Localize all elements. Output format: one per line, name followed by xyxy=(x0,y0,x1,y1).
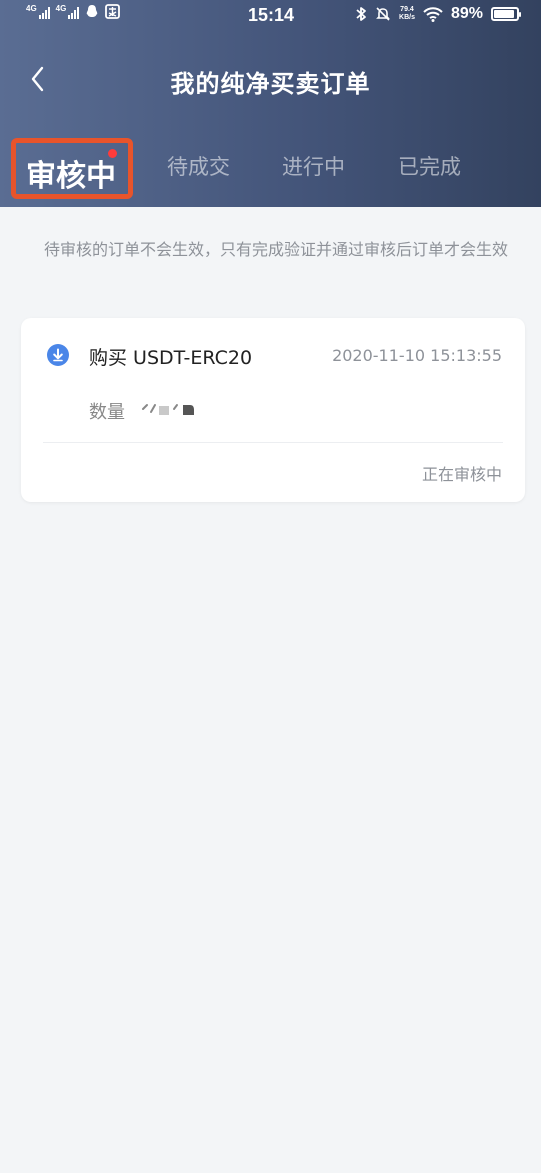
tab-label: 进行中 xyxy=(282,155,345,179)
status-left: 4G 4G xyxy=(26,3,121,19)
order-tabs: 审核中 待成交 进行中 已完成 xyxy=(0,138,541,199)
tab-completed[interactable]: 已完成 xyxy=(398,151,461,181)
order-datetime: 2020-11-10 15:13:55 xyxy=(332,346,502,365)
signal-label: 4G xyxy=(26,3,37,13)
tab-reviewing[interactable]: 审核中 xyxy=(11,138,133,199)
battery-icon xyxy=(491,7,521,21)
net-speed: 79.4 KB/s xyxy=(399,6,415,22)
status-time: 15:14 xyxy=(248,5,295,25)
bluetooth-icon xyxy=(356,7,366,21)
app-notification-icon xyxy=(105,4,121,19)
signal-icon: 4G xyxy=(55,3,80,19)
notice-text: 待审核的订单不会生效，只有完成验证并通过审核后订单才会生效 xyxy=(44,240,509,259)
header: 4G 4G 15:14 79.4 KB/s 89% 我的纯净买卖订单 审核中 待… xyxy=(0,0,541,207)
tab-label: 审核中 xyxy=(26,159,116,194)
bell-off-icon xyxy=(376,7,390,21)
qq-icon xyxy=(87,5,98,17)
tab-label: 已完成 xyxy=(398,155,461,179)
quantity-label: 数量 xyxy=(89,402,125,423)
signal-label: 4G xyxy=(55,3,67,13)
tab-pending[interactable]: 待成交 xyxy=(167,151,230,181)
battery-level xyxy=(494,10,514,18)
tab-label: 待成交 xyxy=(167,155,230,179)
wifi-icon xyxy=(423,6,443,22)
download-icon xyxy=(47,344,69,366)
page-title: 我的纯净买卖订单 xyxy=(170,70,371,98)
signal-icon: 4G xyxy=(26,3,50,19)
net-speed-unit: KB/s xyxy=(399,14,415,21)
quantity-value-redacted xyxy=(142,404,194,415)
order-type: 购买 USDT-ERC20 xyxy=(89,347,253,369)
card-divider xyxy=(43,442,503,443)
order-status: 正在审核中 xyxy=(421,465,502,484)
battery-percent: 89% xyxy=(450,5,483,22)
order-card[interactable]: 购买 USDT-ERC20 2020-11-10 15:13:55 数量 正在审… xyxy=(21,318,525,502)
tab-in-progress[interactable]: 进行中 xyxy=(282,151,345,181)
status-bar: 4G 4G 15:14 79.4 KB/s 89% xyxy=(0,0,541,30)
status-right: 79.4 KB/s 89% xyxy=(355,5,521,23)
net-speed-value: 79.4 xyxy=(400,6,414,13)
badge-dot xyxy=(108,149,117,158)
